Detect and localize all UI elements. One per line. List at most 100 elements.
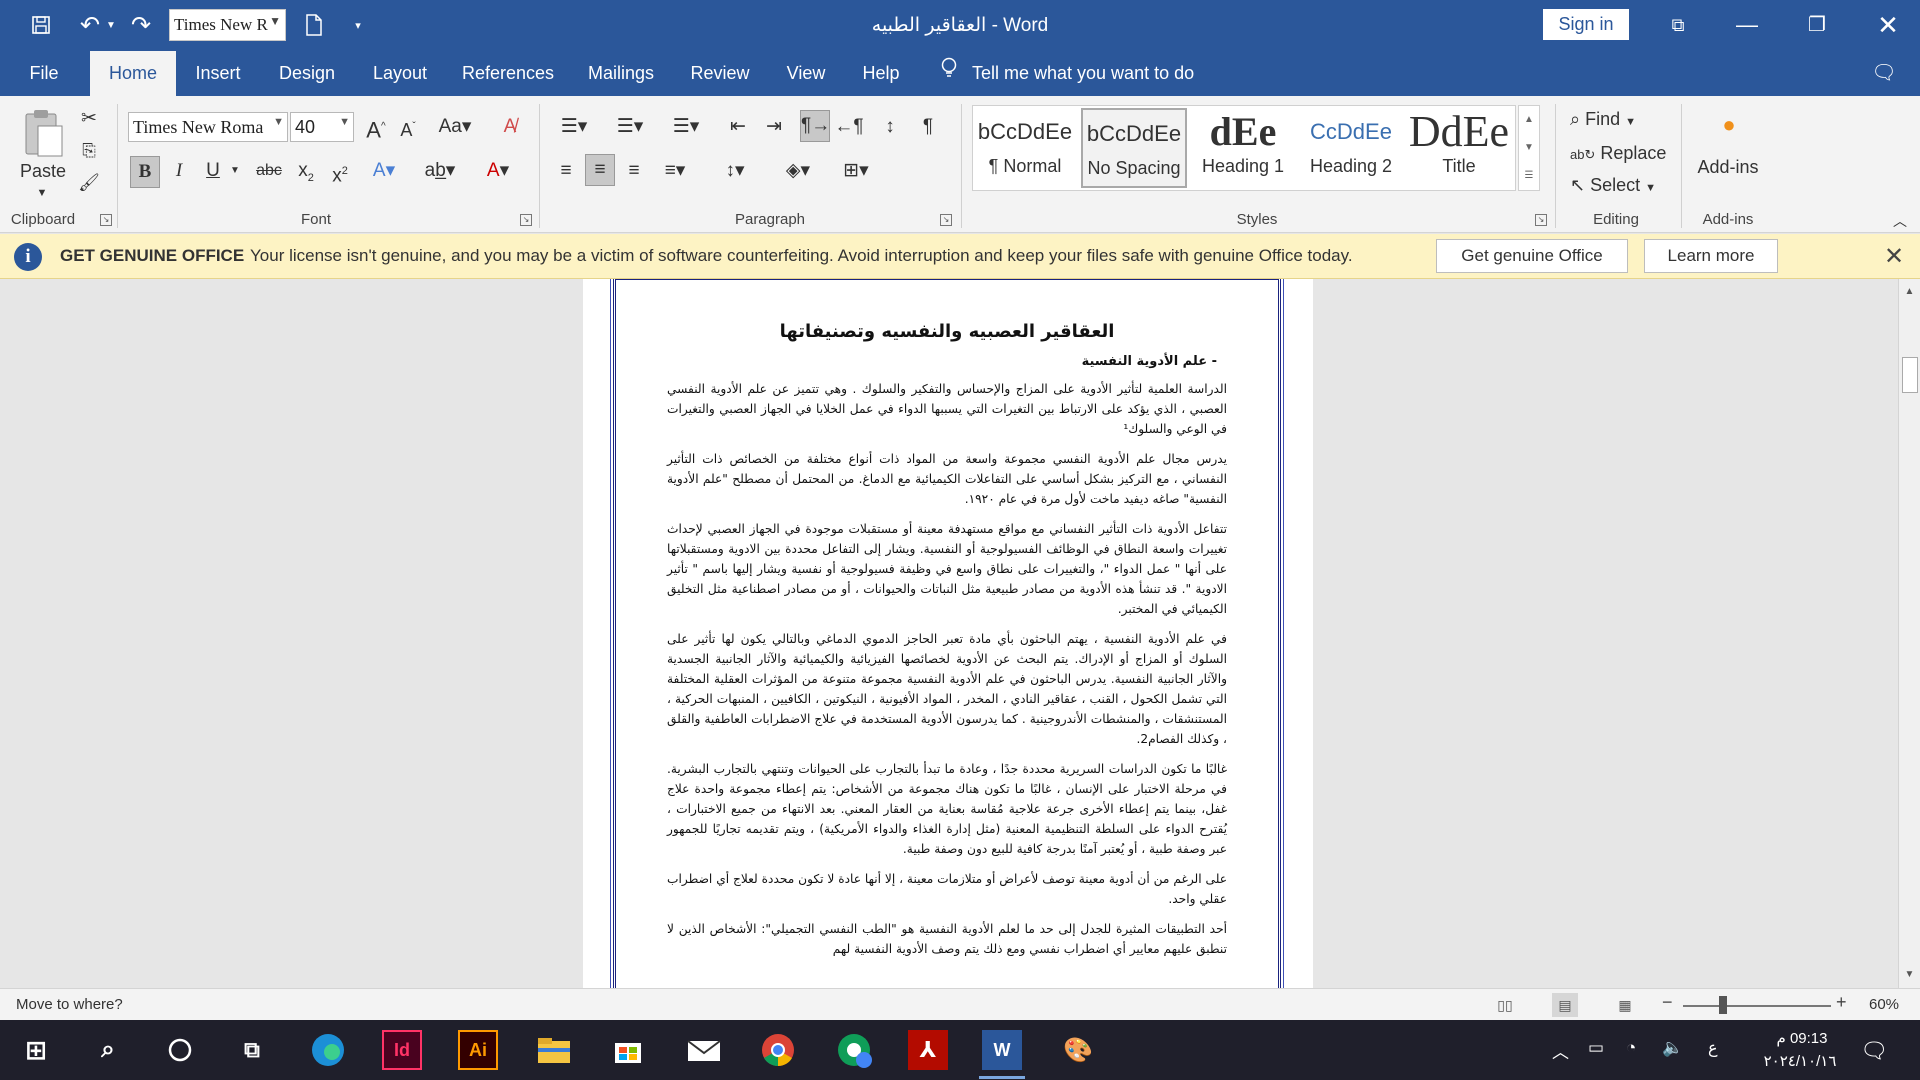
subscript-button[interactable]: x2 xyxy=(292,156,320,186)
replace-button[interactable]: ab↻ Replace xyxy=(1570,138,1670,168)
format-painter-icon[interactable]: 🖌 xyxy=(76,168,102,198)
chevron-up-icon[interactable]: ︿ xyxy=(1552,1038,1569,1063)
borders-icon[interactable]: ⊞▾ xyxy=(832,156,880,186)
file-explorer-icon[interactable] xyxy=(534,1030,574,1070)
rtl-direction-icon[interactable]: ←¶ xyxy=(834,112,864,142)
font-name-combo[interactable]: Times New Roma ▼ xyxy=(128,112,288,142)
acrobat-icon[interactable]: ⅄ xyxy=(908,1030,948,1070)
wifi-icon[interactable]: ◔ xyxy=(1626,1038,1636,1058)
close-icon[interactable]: ✕ xyxy=(1884,242,1904,271)
scroll-down-icon[interactable]: ▼ xyxy=(1899,964,1920,986)
windows-start-icon[interactable]: ⊞ xyxy=(16,1030,56,1070)
paragraph-launcher-icon[interactable]: ↘ xyxy=(940,214,952,226)
restore-icon[interactable]: ❐ xyxy=(1789,8,1845,42)
shrink-font-icon[interactable]: Aˇ xyxy=(394,112,422,142)
get-genuine-office-button[interactable]: Get genuine Office xyxy=(1436,239,1628,273)
styles-gallery-scroll[interactable]: ▲ ▼ ☰ xyxy=(1518,105,1540,191)
addins-button[interactable]: Add-ins xyxy=(1682,152,1774,182)
indesign-icon[interactable]: Id xyxy=(382,1030,422,1070)
volume-icon[interactable]: 🔈 xyxy=(1662,1038,1683,1058)
sign-in-button[interactable]: Sign in xyxy=(1543,9,1629,40)
change-case-icon[interactable]: Aa▾ xyxy=(434,112,476,142)
zoom-slider-thumb[interactable] xyxy=(1719,996,1727,1014)
edge-browser-icon[interactable] xyxy=(308,1030,348,1070)
select-button[interactable]: ↖ Select ▼ xyxy=(1570,170,1670,200)
font-launcher-icon[interactable]: ↘ xyxy=(520,214,532,226)
zoom-slider[interactable] xyxy=(1683,1005,1831,1007)
italic-button[interactable]: I xyxy=(166,156,192,186)
zoom-in-icon[interactable]: + xyxy=(1836,992,1847,1013)
ltr-direction-icon[interactable]: ¶→ xyxy=(800,110,830,142)
scroll-thumb[interactable] xyxy=(1902,357,1918,393)
decrease-indent-icon[interactable]: ⇤ xyxy=(724,112,752,142)
addins-icon[interactable]: ● xyxy=(1714,110,1744,140)
more-styles-icon[interactable]: ☰ xyxy=(1519,162,1539,190)
style-heading-2[interactable]: CcDdEe Heading 2 xyxy=(1299,108,1403,188)
document-body[interactable]: العقاقير العصبيه والنفسيه وتصنيفاتها علم… xyxy=(667,311,1227,969)
shading-icon[interactable]: ◈▾ xyxy=(774,156,822,186)
styles-launcher-icon[interactable]: ↘ xyxy=(1535,214,1547,226)
font-color-icon[interactable]: A▾ xyxy=(474,156,522,186)
align-right-icon[interactable]: ≡ xyxy=(620,156,648,186)
cortana-icon[interactable] xyxy=(160,1030,200,1070)
minimize-icon[interactable]: — xyxy=(1719,8,1775,42)
justify-icon[interactable]: ≡▾ xyxy=(654,156,696,186)
learn-more-button[interactable]: Learn more xyxy=(1644,239,1778,273)
store-icon[interactable] xyxy=(608,1030,648,1070)
tab-view[interactable]: View xyxy=(778,51,834,96)
notifications-icon[interactable]: 🗨 xyxy=(1860,1038,1888,1064)
bold-button[interactable]: B xyxy=(130,156,160,188)
tab-file[interactable]: File xyxy=(18,51,70,96)
text-effects-icon[interactable]: A▾ xyxy=(364,156,404,186)
multilevel-list-icon[interactable]: ☰▾ xyxy=(664,112,708,142)
tab-design[interactable]: Design xyxy=(270,51,344,96)
strikethrough-button[interactable]: abc xyxy=(252,156,286,186)
battery-icon[interactable]: ▭ xyxy=(1588,1038,1604,1058)
font-size-combo[interactable]: 40 ▼ xyxy=(290,112,354,142)
paint-icon[interactable]: 🎨 xyxy=(1058,1030,1098,1070)
bullets-icon[interactable]: ☰▾ xyxy=(552,112,596,142)
input-language[interactable]: ع xyxy=(1708,1038,1718,1058)
align-center-icon[interactable]: ≡ xyxy=(585,154,615,186)
tab-review[interactable]: Review xyxy=(680,51,760,96)
numbering-icon[interactable]: ☰▾ xyxy=(608,112,652,142)
copy-icon[interactable]: ⎘ xyxy=(76,136,102,166)
zoom-out-icon[interactable]: − xyxy=(1662,992,1673,1013)
superscript-button[interactable]: x2 xyxy=(326,156,354,186)
collapse-ribbon-icon[interactable]: ︿ xyxy=(1888,206,1912,236)
clock-date[interactable]: ٢٠٢٤/١٠/١٦ xyxy=(1750,1052,1850,1070)
tab-help[interactable]: Help xyxy=(854,51,908,96)
sort-icon[interactable]: ↕ xyxy=(876,112,904,142)
show-formatting-icon[interactable]: ¶ xyxy=(914,112,942,142)
vertical-scrollbar[interactable]: ▲ ▼ xyxy=(1898,279,1920,988)
underline-dropdown-icon[interactable]: ▼ xyxy=(228,156,242,186)
search-icon[interactable]: ⌕ xyxy=(88,1030,128,1070)
chrome-profile-icon[interactable] xyxy=(834,1030,874,1070)
illustrator-icon[interactable]: Ai xyxy=(458,1030,498,1070)
clipboard-launcher-icon[interactable]: ↘ xyxy=(100,214,112,226)
chrome-icon[interactable] xyxy=(758,1030,798,1070)
line-spacing-icon[interactable]: ↕▾ xyxy=(714,156,756,186)
underline-button[interactable]: U xyxy=(200,156,226,186)
chevron-down-icon[interactable]: ▼ xyxy=(1519,134,1539,162)
cut-icon[interactable]: ✂ xyxy=(76,104,102,134)
clock-time[interactable]: 09:13 م xyxy=(1762,1029,1842,1047)
align-left-icon[interactable]: ≡ xyxy=(552,156,580,186)
print-layout-icon[interactable]: ▤ xyxy=(1552,993,1578,1017)
close-icon[interactable]: ✕ xyxy=(1860,8,1916,42)
word-icon[interactable]: W xyxy=(982,1030,1022,1070)
grow-font-icon[interactable]: A^ xyxy=(362,112,390,142)
zoom-percentage[interactable]: 60% xyxy=(1869,996,1899,1013)
web-layout-icon[interactable]: ▦ xyxy=(1612,993,1638,1017)
paste-dropdown-icon[interactable]: ▼ xyxy=(30,178,54,208)
ribbon-display-icon[interactable]: ⧉ xyxy=(1650,8,1706,42)
scroll-up-icon[interactable]: ▲ xyxy=(1899,281,1920,303)
read-mode-icon[interactable]: ▯▯ xyxy=(1492,993,1518,1017)
tab-insert[interactable]: Insert xyxy=(190,51,246,96)
highlight-color-icon[interactable]: ab̲▾ xyxy=(416,156,464,186)
style-title[interactable]: DdEe Title xyxy=(1407,108,1511,188)
increase-indent-icon[interactable]: ⇥ xyxy=(760,112,788,142)
chevron-up-icon[interactable]: ▲ xyxy=(1519,106,1539,134)
find-button[interactable]: ⌕ Find ▼ xyxy=(1570,104,1660,134)
tab-layout[interactable]: Layout xyxy=(364,51,436,96)
